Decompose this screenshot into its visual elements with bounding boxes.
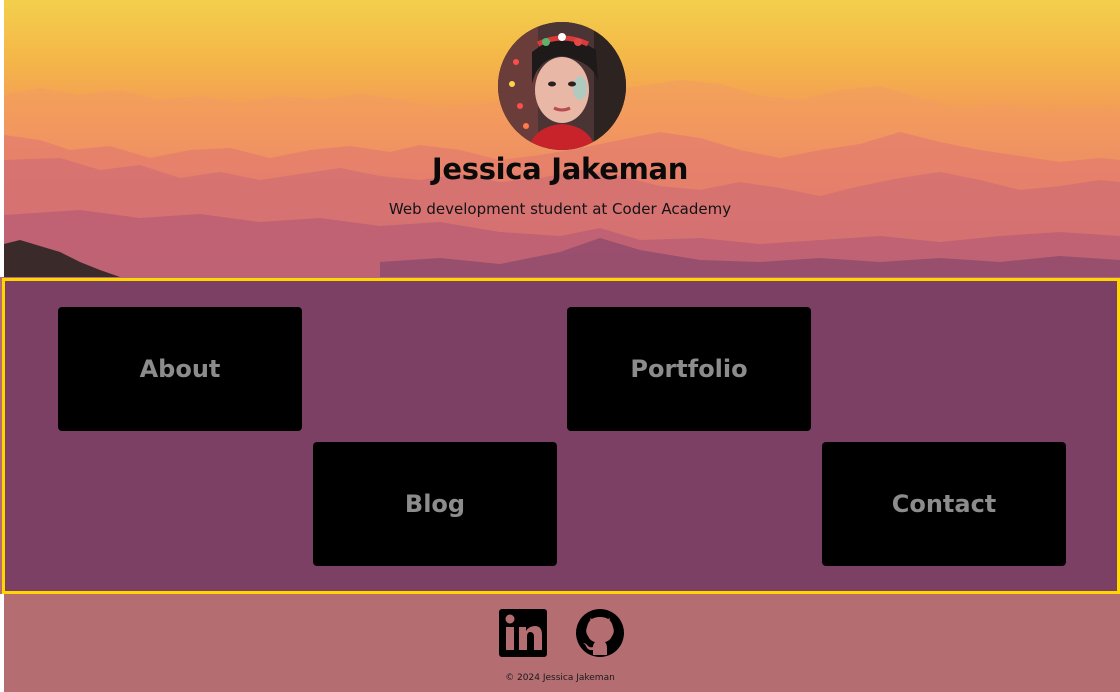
nav-tile-about[interactable]: About — [58, 307, 302, 431]
tagline: Web development student at Coder Academy — [388, 200, 732, 218]
hero-banner: Jessica Jakeman Web development student … — [0, 0, 1120, 277]
copyright-text: © 2024 Jessica Jakeman — [505, 673, 615, 683]
linkedin-link[interactable] — [498, 608, 548, 658]
nav-tile-blog[interactable]: Blog — [313, 442, 557, 566]
nav-tile-portfolio[interactable]: Portfolio — [567, 307, 811, 431]
nav-tile-contact[interactable]: Contact — [822, 442, 1066, 566]
page-title: Jessica Jakeman — [431, 152, 689, 186]
github-link[interactable] — [575, 608, 625, 658]
profile-photo — [498, 22, 626, 150]
profile-avatar — [498, 22, 626, 150]
main-nav-grid: About Portfolio Blog Contact — [2, 278, 1120, 594]
github-icon — [576, 609, 624, 657]
linkedin-icon — [499, 609, 547, 657]
